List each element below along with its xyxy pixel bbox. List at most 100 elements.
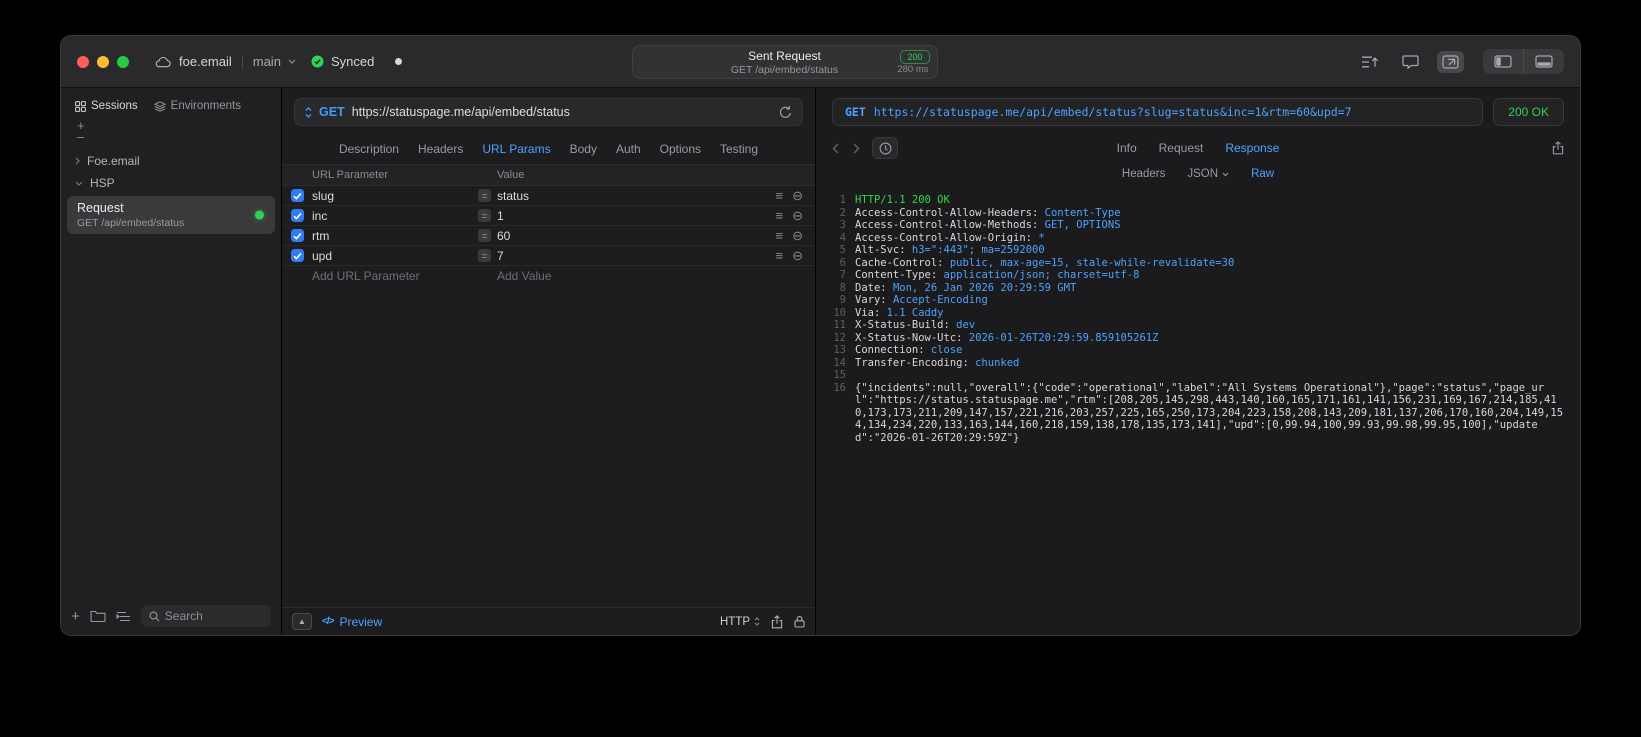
code-icon: </> bbox=[322, 616, 335, 627]
layout-sidebar-icon[interactable] bbox=[1483, 49, 1523, 74]
line-content: Access-Control-Allow-Origin: * bbox=[855, 231, 1045, 244]
history-clock-icon[interactable] bbox=[872, 137, 898, 159]
comment-bubble-icon[interactable] bbox=[1397, 51, 1424, 73]
project-name[interactable]: foe.email bbox=[179, 54, 232, 69]
panel-popout-icon[interactable] bbox=[1437, 50, 1464, 73]
tab-auth[interactable]: Auth bbox=[616, 142, 641, 156]
add-param-placeholder[interactable]: Add URL Parameter bbox=[312, 269, 478, 283]
view-options-icon[interactable] bbox=[116, 611, 131, 622]
preview-button[interactable]: </> Preview bbox=[322, 615, 382, 629]
line-content: {"incidents":null,"overall":{"code":"ope… bbox=[855, 381, 1564, 444]
chevron-right-icon[interactable] bbox=[75, 157, 80, 165]
tab-options[interactable]: Options bbox=[660, 142, 701, 156]
layout-bottombar-icon[interactable] bbox=[1523, 49, 1564, 74]
tab-testing[interactable]: Testing bbox=[720, 142, 758, 156]
remove-param-icon[interactable]: ⊖ bbox=[792, 209, 803, 222]
param-enabled-checkbox[interactable] bbox=[290, 209, 304, 222]
add-folder-icon[interactable] bbox=[90, 610, 106, 622]
tab-headers[interactable]: Headers bbox=[418, 142, 463, 156]
remove-session-button[interactable]: – bbox=[77, 130, 281, 143]
line-content: Access-Control-Allow-Methods: GET, OPTIO… bbox=[855, 219, 1121, 231]
param-enabled-checkbox[interactable] bbox=[290, 249, 304, 262]
protocol-selector[interactable]: HTTP bbox=[720, 616, 760, 628]
param-name[interactable]: rtm bbox=[312, 229, 478, 243]
request-url-bar[interactable]: GET https://statuspage.me/api/embed/stat… bbox=[294, 98, 803, 126]
remove-param-icon[interactable]: ⊖ bbox=[792, 229, 803, 242]
request-list-item-selected[interactable]: Request GET /api/embed/status bbox=[67, 196, 275, 234]
tab-body[interactable]: Body bbox=[570, 142, 597, 156]
tree-group-hsp[interactable]: HSP bbox=[61, 172, 281, 194]
chevron-down-icon[interactable] bbox=[75, 181, 83, 186]
drag-handle-icon[interactable]: ≡ bbox=[776, 209, 784, 222]
param-value[interactable]: 60 bbox=[497, 229, 510, 243]
resend-icon[interactable] bbox=[779, 105, 792, 119]
request-method[interactable]: GET bbox=[319, 105, 345, 119]
response-line: 6 Cache-Control: public, max-age=15, stal… bbox=[824, 257, 1566, 270]
tab-environments[interactable]: Environments bbox=[153, 100, 241, 112]
line-number: 12 bbox=[833, 331, 846, 344]
zoom-window-button[interactable] bbox=[117, 55, 129, 68]
param-value[interactable]: 7 bbox=[497, 249, 504, 263]
drag-handle-icon[interactable]: ≡ bbox=[776, 189, 784, 202]
method-selector-icon[interactable] bbox=[305, 106, 312, 118]
drag-handle-icon[interactable]: ≡ bbox=[776, 249, 784, 262]
line-number: 9 bbox=[839, 294, 846, 306]
history-forward-icon[interactable] bbox=[853, 142, 860, 154]
request-url-input[interactable]: https://statuspage.me/api/embed/status bbox=[352, 105, 772, 119]
titlebar-toolbar bbox=[1356, 49, 1564, 74]
subtab-raw[interactable]: Raw bbox=[1251, 168, 1274, 180]
minimize-window-button[interactable] bbox=[97, 55, 109, 68]
params-table-header: URL Parameter Value bbox=[282, 164, 815, 186]
param-value[interactable]: status bbox=[497, 189, 529, 203]
share-icon[interactable] bbox=[771, 614, 783, 629]
params-rows: slug = status ≡ ⊖ inc = 1 ≡ ⊖ rtm = 60 ≡ ⊖ upd = 7 ≡ ⊖ bbox=[282, 186, 815, 266]
tab-sessions[interactable]: Sessions bbox=[75, 100, 138, 112]
search-input[interactable] bbox=[164, 609, 263, 623]
tab-response[interactable]: Response bbox=[1225, 141, 1279, 155]
close-window-button[interactable] bbox=[77, 55, 89, 68]
add-request-button[interactable]: + bbox=[71, 609, 80, 624]
line-number: 1 bbox=[839, 194, 846, 206]
tab-url-params[interactable]: URL Params bbox=[482, 142, 550, 156]
drag-handle-icon[interactable]: ≡ bbox=[776, 229, 784, 242]
tab-request[interactable]: Request bbox=[1159, 141, 1204, 155]
response-status-badge: 200 OK bbox=[1493, 98, 1564, 126]
response-share-icon[interactable] bbox=[1552, 141, 1564, 155]
tab-info[interactable]: Info bbox=[1117, 141, 1137, 155]
chevron-down-icon[interactable] bbox=[288, 59, 296, 64]
remove-param-icon[interactable]: ⊖ bbox=[792, 189, 803, 202]
preview-label: Preview bbox=[339, 614, 383, 629]
line-content: Transfer-Encoding: chunked bbox=[855, 356, 1020, 369]
response-line: 9 Vary: Accept-Encoding bbox=[824, 294, 1566, 307]
remove-param-icon[interactable]: ⊖ bbox=[792, 249, 803, 262]
lock-icon[interactable] bbox=[794, 615, 805, 628]
tree-group-foe-email[interactable]: Foe.email bbox=[61, 150, 281, 172]
add-param-row[interactable]: Add URL Parameter Add Value bbox=[282, 266, 815, 286]
request-panel: GET https://statuspage.me/api/embed/stat… bbox=[282, 88, 816, 635]
add-value-placeholder[interactable]: Add Value bbox=[478, 269, 759, 283]
param-enabled-checkbox[interactable] bbox=[290, 189, 304, 202]
branch-name[interactable]: main bbox=[253, 54, 281, 69]
tab-description[interactable]: Description bbox=[339, 142, 399, 156]
param-name[interactable]: inc bbox=[312, 209, 478, 223]
sent-request-summary[interactable]: Sent Request GET /api/embed/status 200 2… bbox=[631, 45, 938, 79]
param-value[interactable]: 1 bbox=[497, 209, 504, 223]
response-line: 3 Access-Control-Allow-Methods: GET, OPTI… bbox=[824, 219, 1566, 232]
sidebar-search[interactable] bbox=[140, 605, 271, 627]
history-back-icon[interactable] bbox=[832, 142, 839, 154]
line-number: 2 bbox=[839, 206, 846, 219]
import-sort-icon[interactable] bbox=[1356, 51, 1384, 73]
response-line: 8 Date: Mon, 26 Jan 2026 20:29:59 GMT bbox=[824, 282, 1566, 295]
param-name[interactable]: upd bbox=[312, 249, 478, 263]
line-number: 7 bbox=[839, 269, 846, 281]
line-number: 16 bbox=[833, 381, 846, 394]
param-name[interactable]: slug bbox=[312, 189, 478, 203]
response-body[interactable]: 1 HTTP/1.1 200 OK 2 Access-Control-Allow-He… bbox=[816, 186, 1580, 635]
response-url-box[interactable]: GET https://statuspage.me/api/embed/stat… bbox=[832, 98, 1484, 126]
param-enabled-checkbox[interactable] bbox=[290, 229, 304, 242]
subtab-json[interactable]: JSON bbox=[1187, 168, 1229, 180]
add-session-button[interactable]: + bbox=[77, 119, 281, 132]
expand-panel-icon[interactable]: ▲ bbox=[292, 613, 312, 630]
subtab-headers[interactable]: Headers bbox=[1122, 168, 1165, 180]
equals-icon: = bbox=[478, 229, 491, 242]
